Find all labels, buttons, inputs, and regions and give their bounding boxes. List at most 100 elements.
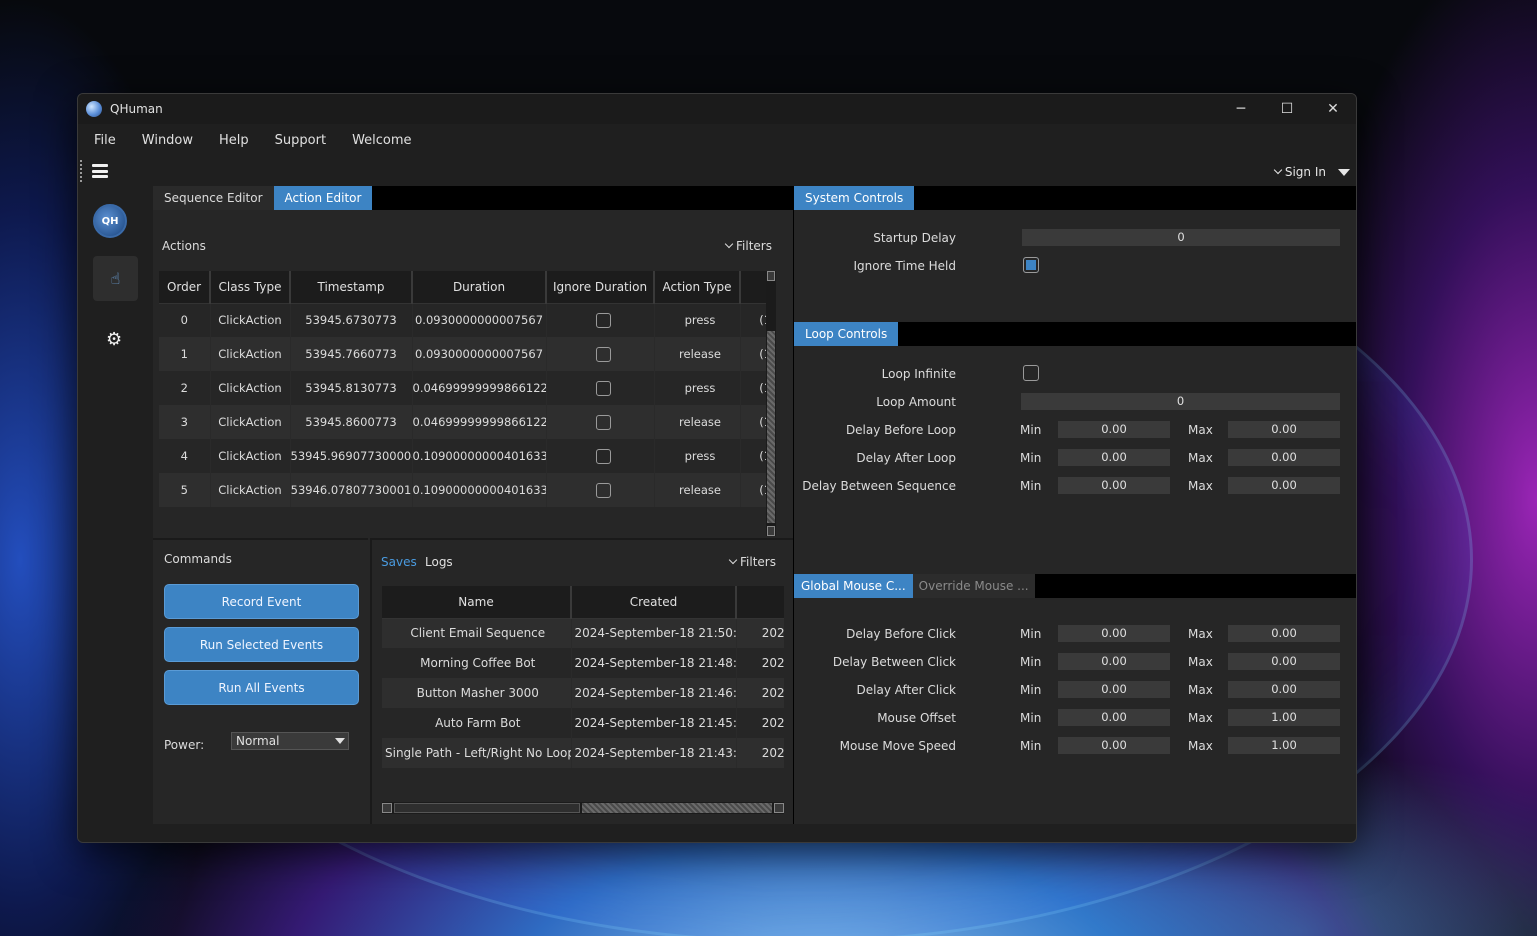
record-event-button[interactable]: Record Event <box>164 584 359 619</box>
ignore-duration-checkbox[interactable] <box>595 448 611 464</box>
minimize-button[interactable]: ─ <box>1218 94 1264 124</box>
menu-support[interactable]: Support <box>265 133 336 148</box>
delay-before-click-max[interactable]: 0.00 <box>1228 625 1340 642</box>
delay-before-loop-min[interactable]: 0.00 <box>1058 421 1170 438</box>
table-row[interactable]: Auto Farm Bot 2024-September-18 21:45:14… <box>382 708 784 738</box>
ignore-time-held-checkbox[interactable] <box>1023 257 1039 273</box>
editor-tabs: Sequence Editor Action Editor <box>153 186 793 210</box>
run-all-events-button[interactable]: Run All Events <box>164 670 359 705</box>
tab-global-mouse-controls[interactable]: Global Mouse C... <box>794 574 913 598</box>
scroll-right-arrow[interactable] <box>774 803 784 813</box>
scrollbar-track[interactable] <box>394 803 580 813</box>
saves-horizontal-scrollbar[interactable] <box>382 802 784 814</box>
cell-timestamp: 53945.8600773 <box>290 405 413 439</box>
scroll-left-arrow[interactable] <box>382 803 392 813</box>
column-header-ignore-duration[interactable]: Ignore Duration <box>546 271 655 304</box>
ignore-duration-checkbox[interactable] <box>595 380 611 396</box>
gear-icon[interactable]: ⚙ <box>106 329 122 350</box>
delay-after-click-max[interactable]: 0.00 <box>1228 681 1340 698</box>
table-row[interactable]: 2 ClickAction 53945.8130773 0.0469999999… <box>159 371 774 405</box>
column-header-class-type[interactable]: Class Type <box>210 271 291 304</box>
table-row[interactable]: Button Masher 3000 2024-September-18 21:… <box>382 678 784 708</box>
table-row[interactable]: 5 ClickAction 53946.07807730001 0.109000… <box>159 473 774 507</box>
run-selected-events-button[interactable]: Run Selected Events <box>164 627 359 662</box>
delay-between-sequence-max[interactable]: 0.00 <box>1228 477 1340 494</box>
min-label: Min <box>1020 739 1042 753</box>
chevron-down-icon <box>1273 165 1283 175</box>
menu-welcome[interactable]: Welcome <box>342 133 421 148</box>
filters-label: Filters <box>736 239 772 253</box>
column-header-extra[interactable] <box>736 586 784 619</box>
sign-in-button[interactable]: Sign In <box>1273 165 1326 179</box>
column-header-action-type[interactable]: Action Type <box>654 271 741 304</box>
close-button[interactable]: ✕ <box>1310 94 1356 124</box>
table-row[interactable]: Client Email Sequence 2024-September-18 … <box>382 618 784 648</box>
table-row[interactable]: 3 ClickAction 53945.8600773 0.0469999999… <box>159 405 774 439</box>
ignore-duration-checkbox[interactable] <box>595 414 611 430</box>
ignore-duration-checkbox[interactable] <box>595 482 611 498</box>
scroll-down-arrow[interactable] <box>767 526 775 536</box>
table-row[interactable]: 1 ClickAction 53945.7660773 0.0930000000… <box>159 337 774 371</box>
power-select[interactable]: Normal <box>231 732 349 750</box>
action-editor-nav-button[interactable]: ☝ <box>93 256 138 301</box>
delay-after-click-min[interactable]: 0.00 <box>1058 681 1170 698</box>
ignore-duration-checkbox[interactable] <box>595 312 611 328</box>
loop-amount-field[interactable]: 0 <box>1021 393 1340 410</box>
tab-system-controls[interactable]: System Controls <box>794 186 915 210</box>
table-row[interactable]: 0 ClickAction 53945.6730773 0.0930000000… <box>159 303 774 337</box>
touch-pointer-icon: ☝ <box>110 269 121 288</box>
maximize-button[interactable]: ☐ <box>1264 94 1310 124</box>
column-header-order[interactable]: Order <box>159 271 211 304</box>
mouse-offset-min[interactable]: 0.00 <box>1058 709 1170 726</box>
column-header-name[interactable]: Name <box>382 586 572 619</box>
tab-loop-controls[interactable]: Loop Controls <box>794 322 899 346</box>
table-row[interactable]: 4 ClickAction 53945.969077300004 0.10900… <box>159 439 774 473</box>
delay-after-loop-min[interactable]: 0.00 <box>1058 449 1170 466</box>
startup-delay-field[interactable]: 0 <box>1022 229 1340 246</box>
tab-saves[interactable]: Saves <box>381 555 417 569</box>
menu-file[interactable]: File <box>84 133 126 148</box>
menu-help[interactable]: Help <box>209 133 259 148</box>
cell-order: 2 <box>159 371 211 405</box>
menu-window[interactable]: Window <box>132 133 203 148</box>
hamburger-menu-icon[interactable] <box>92 164 108 178</box>
delay-before-loop-max[interactable]: 0.00 <box>1228 421 1340 438</box>
max-label: Max <box>1188 627 1213 641</box>
scrollbar-thumb[interactable] <box>767 331 775 523</box>
toolbar-dropdown-icon[interactable] <box>1338 169 1350 176</box>
column-header-duration[interactable]: Duration <box>412 271 547 304</box>
actions-filters-toggle[interactable]: Filters <box>724 239 772 253</box>
avatar[interactable]: QH <box>93 204 127 238</box>
scroll-up-arrow[interactable] <box>767 271 775 281</box>
max-label: Max <box>1188 711 1213 725</box>
table-row[interactable]: Morning Coffee Bot 2024-September-18 21:… <box>382 648 784 678</box>
ignore-duration-checkbox[interactable] <box>595 346 611 362</box>
mouse-move-speed-min[interactable]: 0.00 <box>1058 737 1170 754</box>
loop-infinite-checkbox[interactable] <box>1023 365 1039 381</box>
delay-between-click-min[interactable]: 0.00 <box>1058 653 1170 670</box>
cell-action-type: press <box>654 371 741 405</box>
delay-after-loop-max[interactable]: 0.00 <box>1228 449 1340 466</box>
column-header-created[interactable]: Created <box>571 586 737 619</box>
actions-vertical-scrollbar[interactable] <box>766 271 776 536</box>
scrollbar-thumb[interactable] <box>582 803 772 813</box>
mouse-move-speed-max[interactable]: 1.00 <box>1228 737 1340 754</box>
column-header-timestamp[interactable]: Timestamp <box>290 271 413 304</box>
cell-action-type: release <box>654 337 741 371</box>
sidebar: QH ☝ ⚙ <box>78 186 153 842</box>
table-row[interactable]: Single Path - Left/Right No Loop 2024-Se… <box>382 738 784 768</box>
toolbar-grip[interactable] <box>80 160 82 182</box>
tab-sequence-editor[interactable]: Sequence Editor <box>153 186 274 210</box>
delay-before-click-min[interactable]: 0.00 <box>1058 625 1170 642</box>
cell-class-type: ClickAction <box>210 473 291 507</box>
delay-between-click-max[interactable]: 0.00 <box>1228 653 1340 670</box>
delay-between-sequence-min[interactable]: 0.00 <box>1058 477 1170 494</box>
mouse-offset-max[interactable]: 1.00 <box>1228 709 1340 726</box>
title-bar[interactable]: QHuman ─ ☐ ✕ <box>78 94 1356 124</box>
tab-action-editor[interactable]: Action Editor <box>273 186 373 210</box>
tab-logs[interactable]: Logs <box>425 555 453 569</box>
tab-override-mouse-controls[interactable]: Override Mouse ... <box>912 574 1035 598</box>
content-area: Sequence Editor Action Editor Actions Fi… <box>153 186 1356 824</box>
saves-filters-toggle[interactable]: Filters <box>728 555 776 569</box>
loop-infinite-label: Loop Infinite <box>881 367 956 381</box>
